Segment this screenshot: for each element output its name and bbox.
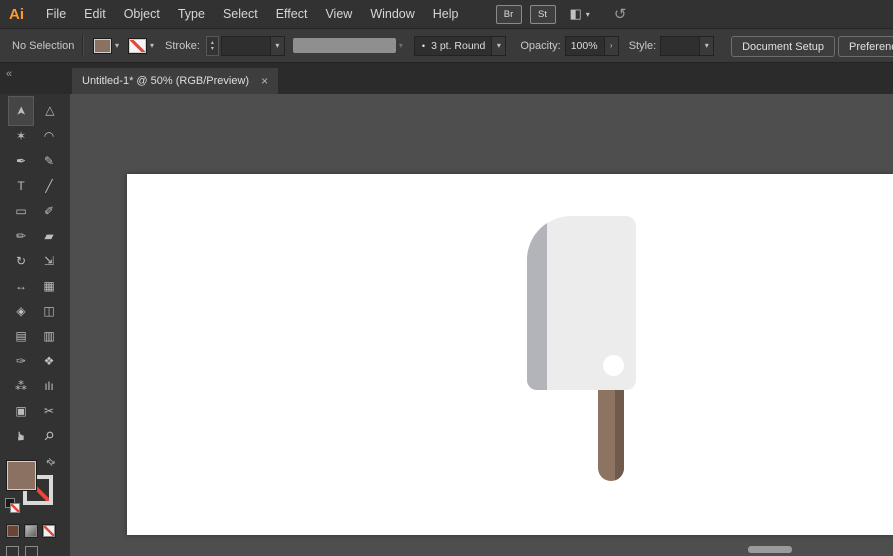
stepper-down-icon[interactable]: ▾: [211, 46, 214, 52]
free-transform-tool[interactable]: ▦: [35, 274, 63, 298]
scale-tool[interactable]: ⇲: [35, 249, 63, 273]
popsicle-highlight-dot[interactable]: [603, 355, 624, 376]
chevron-down-icon[interactable]: ▾: [699, 37, 713, 55]
lasso-tool[interactable]: ◠: [35, 124, 63, 148]
menu-item-edit[interactable]: Edit: [75, 0, 115, 28]
none-button[interactable]: [42, 524, 56, 538]
shape-builder-tool[interactable]: ◈: [7, 299, 35, 323]
selection-tool[interactable]: ➤: [9, 97, 33, 125]
menu-item-view[interactable]: View: [316, 0, 361, 28]
opacity-value: 100%: [566, 40, 604, 52]
chevron-down-icon[interactable]: ▾: [115, 41, 119, 50]
fill-stroke-indicator: ⇄: [6, 460, 64, 518]
gradient-tool[interactable]: ▥: [35, 324, 63, 348]
menu-item-type[interactable]: Type: [169, 0, 214, 28]
line-segment-tool[interactable]: ╱: [35, 174, 63, 198]
menu-item-window[interactable]: Window: [361, 0, 423, 28]
menu-item-file[interactable]: File: [37, 0, 75, 28]
horizontal-scrollbar[interactable]: [748, 546, 792, 553]
preferences-button[interactable]: Preferences: [838, 36, 893, 57]
stroke-weight-stepper[interactable]: ▴ ▾: [206, 36, 219, 56]
separator: [82, 35, 84, 57]
direct-selection-tool[interactable]: ▷: [37, 97, 61, 125]
popsicle-stick-shade[interactable]: [615, 390, 624, 481]
collapse-panel-icon[interactable]: «: [6, 68, 12, 80]
selection-status: No Selection: [12, 40, 76, 52]
column-graph-tool[interactable]: ılı: [35, 374, 63, 398]
opacity-label: Opacity:: [520, 40, 560, 52]
stroke-color-picker[interactable]: ▾: [128, 38, 154, 54]
style-combo[interactable]: ▾: [660, 36, 714, 56]
canvas[interactable]: [70, 94, 893, 556]
hand-tool[interactable]: ☛: [9, 422, 33, 450]
artboard[interactable]: [127, 174, 893, 535]
eraser-tool[interactable]: ▰: [35, 224, 63, 248]
fill-swatch[interactable]: [93, 38, 112, 54]
document-tab-title: Untitled-1* @ 50% (RGB/Preview): [82, 75, 249, 87]
rotate-tool[interactable]: ↻: [7, 249, 35, 273]
stroke-label: Stroke:: [165, 40, 200, 52]
tab-strip: « Untitled-1* @ 50% (RGB/Preview) ×: [0, 63, 893, 94]
popsicle-stick-shape[interactable]: [598, 390, 624, 481]
control-bar: No Selection ▾ ▾ Stroke: ▴ ▾ ▾ ▾ • 3 pt.…: [0, 28, 893, 63]
rectangle-tool[interactable]: ▭: [7, 199, 35, 223]
brush-preview-dot: •: [415, 41, 425, 51]
pen-tool[interactable]: ✒: [7, 149, 35, 173]
stock-button[interactable]: St: [530, 5, 556, 24]
artboard-tool[interactable]: ▣: [7, 399, 35, 423]
chevron-right-icon[interactable]: ›: [604, 37, 618, 55]
chevron-down-icon[interactable]: ▾: [586, 10, 590, 19]
draw-mode-icon[interactable]: [25, 546, 38, 556]
draw-mode-icon[interactable]: [6, 546, 19, 556]
menu-items: FileEditObjectTypeSelectEffectViewWindow…: [37, 0, 468, 28]
symbol-sprayer-tool[interactable]: ⁂: [7, 374, 35, 398]
opacity-combo[interactable]: 100% ›: [565, 36, 619, 56]
magic-wand-tool[interactable]: ✶: [7, 124, 35, 148]
width-profile-preview: [293, 38, 396, 53]
stroke-swatch[interactable]: [128, 38, 147, 54]
color-button[interactable]: [6, 524, 20, 538]
menu-item-select[interactable]: Select: [214, 0, 267, 28]
gesture-icon[interactable]: ↺: [614, 5, 627, 23]
swap-fill-stroke-icon[interactable]: ⇄: [43, 456, 57, 470]
tool-grid: ➤▷✶◠✒✎T╱▭✐✏▰↻⇲↔▦◈◫▤▥✑❖⁂ılı▣✂☛⚲: [0, 94, 70, 448]
fill-color-picker[interactable]: ▾: [93, 38, 119, 54]
illustrator-logo: Ai: [9, 6, 24, 23]
chevron-down-icon[interactable]: ▾: [270, 37, 284, 55]
menu-item-help[interactable]: Help: [424, 0, 468, 28]
curvature-tool[interactable]: ✎: [35, 149, 63, 173]
brush-definition-value: 3 pt. Round: [425, 40, 491, 52]
workspace-switcher-icon[interactable]: ◧: [570, 6, 582, 22]
style-label: Style:: [629, 40, 657, 52]
document-tab[interactable]: Untitled-1* @ 50% (RGB/Preview) ×: [72, 68, 278, 94]
stroke-weight-combo[interactable]: ▾: [221, 36, 285, 56]
menu-item-object[interactable]: Object: [115, 0, 169, 28]
paintbrush-tool[interactable]: ✐: [35, 199, 63, 223]
popsicle-shade-shape[interactable]: [527, 216, 547, 390]
menu-bar: Ai FileEditObjectTypeSelectEffectViewWin…: [0, 0, 893, 28]
default-fill-stroke-icon[interactable]: [5, 498, 21, 514]
brush-definition-combo[interactable]: • 3 pt. Round ▾: [414, 36, 506, 56]
type-tool[interactable]: T: [7, 174, 35, 198]
blend-tool[interactable]: ❖: [35, 349, 63, 373]
width-tool[interactable]: ↔: [7, 274, 35, 298]
pencil-tool[interactable]: ✏: [7, 224, 35, 248]
mesh-tool[interactable]: ▤: [7, 324, 35, 348]
document-setup-button[interactable]: Document Setup: [731, 36, 835, 57]
tools-panel: ➤▷✶◠✒✎T╱▭✐✏▰↻⇲↔▦◈◫▤▥✑❖⁂ılı▣✂☛⚲ ⇄: [0, 94, 70, 556]
chevron-down-icon: ▾: [399, 41, 403, 50]
chevron-down-icon[interactable]: ▾: [150, 41, 154, 50]
chevron-down-icon[interactable]: ▾: [491, 37, 505, 55]
zoom-tool[interactable]: ⚲: [31, 418, 68, 455]
eyedropper-tool[interactable]: ✑: [7, 349, 35, 373]
fill-indicator[interactable]: [6, 460, 37, 491]
color-mode-buttons: [6, 524, 56, 538]
perspective-grid-tool[interactable]: ◫: [35, 299, 63, 323]
menu-item-effect[interactable]: Effect: [267, 0, 317, 28]
close-icon[interactable]: ×: [261, 74, 268, 88]
drawing-mode-buttons: [6, 546, 38, 556]
gradient-button[interactable]: [24, 524, 38, 538]
bridge-button[interactable]: Br: [496, 5, 522, 24]
